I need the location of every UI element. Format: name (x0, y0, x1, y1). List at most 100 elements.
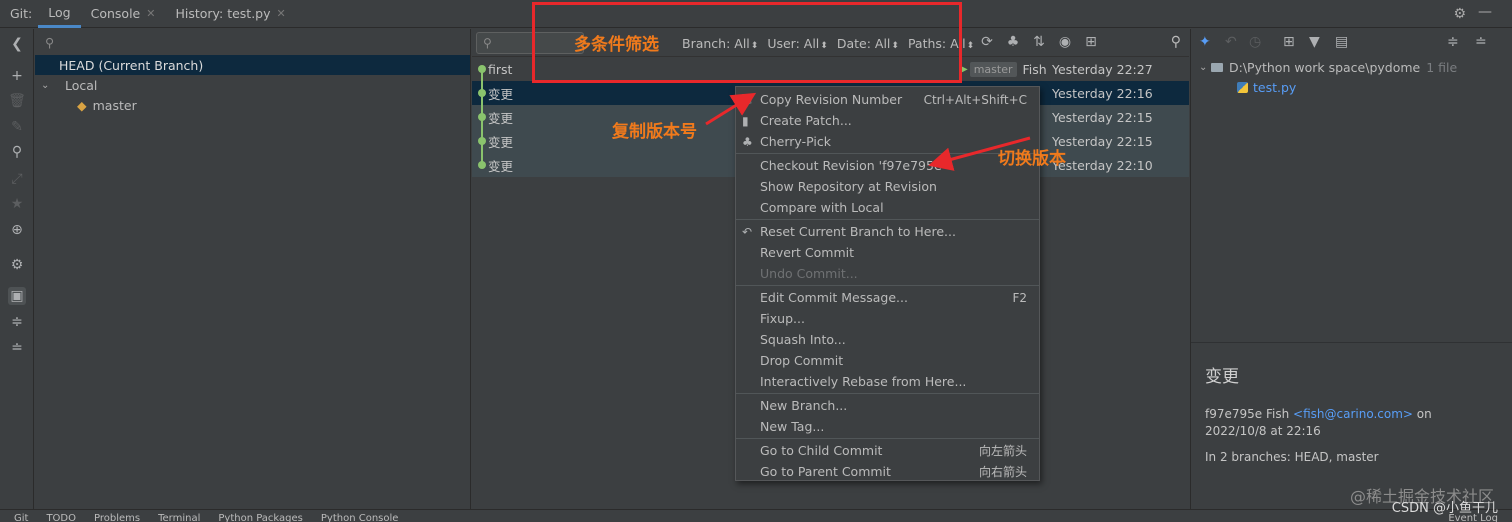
crosshair-icon[interactable]: ⊕ (8, 221, 26, 239)
patch-icon: ▮ (742, 113, 749, 128)
bottom-tab-terminal[interactable]: Terminal (158, 510, 200, 522)
menu-separator (736, 285, 1039, 286)
branches-panel-icon[interactable]: ▣ (8, 287, 26, 305)
commit-message: 变更 (488, 134, 514, 150)
menu-label: New Branch... (760, 398, 848, 413)
menu-item-revert-commit[interactable]: Revert Commit (736, 242, 1039, 263)
close-icon[interactable]: ✕ (277, 7, 286, 20)
chevron-down-icon[interactable]: ⌄ (41, 80, 53, 91)
branch-head[interactable]: HEAD (Current Branch) (35, 55, 470, 75)
menu-label: Undo Commit... (760, 266, 858, 281)
bottom-tab-todo[interactable]: TODO (46, 510, 76, 522)
filter-icon[interactable]: ▼ (1309, 34, 1320, 50)
changed-file[interactable]: test.py (1191, 77, 1512, 97)
menu-label: Show Repository at Revision (760, 179, 937, 194)
menu-label: Compare with Local (760, 200, 884, 215)
filter-annotation: 多条件筛选 (574, 35, 659, 55)
menu-item-show-repository[interactable]: Show Repository at Revision (736, 176, 1039, 197)
menu-item-new-tag[interactable]: New Tag... (736, 416, 1039, 437)
menu-item-go-parent[interactable]: Go to Parent Commit 向右箭头 (736, 461, 1039, 482)
branch-master-label: master (92, 97, 137, 113)
menu-item-go-child[interactable]: Go to Child Commit 向左箭头 (736, 440, 1039, 461)
menu-item-drop-commit[interactable]: Drop Commit (736, 350, 1039, 371)
commit-date: Yesterday 22:15 (1052, 133, 1153, 149)
folder-icon (1211, 62, 1223, 72)
tab-console[interactable]: Console ✕ (81, 0, 166, 28)
update-icon: ✎ (11, 119, 23, 135)
branch-search[interactable]: ⚲ (35, 29, 470, 55)
tab-log[interactable]: Log (38, 0, 81, 28)
graph-node (478, 89, 486, 97)
log-toolbar: ⟳ ♣ ⇅ ◉ ⊞ (974, 34, 1104, 50)
menu-item-rebase[interactable]: Interactively Rebase from Here... (736, 371, 1039, 392)
eye-icon[interactable]: ◉ (1052, 34, 1078, 50)
watermark-csdn: CSDN @小鱼干儿 (1391, 501, 1498, 516)
menu-item-compare-local[interactable]: Compare with Local (736, 197, 1039, 218)
commit-meta: f97e795e Fish <fish@carino.com> on 2022/… (1205, 406, 1505, 440)
branches-panel: ⚲ HEAD (Current Branch) ⌄ Local ◆ master (35, 29, 471, 509)
author-email-link[interactable]: <fish@carino.com> (1293, 407, 1413, 421)
branch-group-local-label: Local (65, 77, 98, 93)
python-file-icon (1237, 81, 1248, 93)
collapse-arrow-icon[interactable]: ❮ (8, 35, 26, 53)
left-toolbar: ❮ + 🗑 ✎ ⚲ ⤢ ★ ⊕ ⚙ ▣ ≑ ≐ (0, 29, 34, 509)
folder-count: 1 file (1426, 59, 1458, 75)
menu-shortcut: F2 (1012, 290, 1027, 305)
bottom-tab-python-console[interactable]: Python Console (321, 510, 399, 522)
group-icon[interactable]: ⊞ (1283, 34, 1295, 50)
menu-label: Revert Commit (760, 245, 855, 260)
expand-all-icon[interactable]: ≑ (8, 313, 26, 331)
gear-icon[interactable]: ⚙ (1453, 6, 1466, 22)
search-icon[interactable]: ⚲ (8, 143, 26, 161)
menu-item-fixup[interactable]: Fixup... (736, 308, 1039, 329)
menu-item-create-patch[interactable]: ▮ Create Patch... (736, 110, 1039, 131)
graph-node (478, 137, 486, 145)
menu-label: Fixup... (760, 311, 805, 326)
cherry-pick-icon[interactable]: ♣ (1000, 34, 1026, 50)
pin-icon[interactable]: ✦ (1199, 34, 1211, 50)
search-icon[interactable]: ⚲ (1171, 34, 1181, 50)
file-name: test.py (1253, 79, 1297, 95)
commit-branches: In 2 branches: HEAD, master (1205, 450, 1379, 464)
menu-label: Squash Into... (760, 332, 846, 347)
expand-all-icon[interactable]: ≑ (1447, 34, 1459, 50)
branch-master[interactable]: ◆ master (35, 95, 470, 115)
reset-icon: ↶ (742, 224, 753, 239)
menu-item-reset-branch[interactable]: ↶ Reset Current Branch to Here... (736, 221, 1039, 242)
copy-icon: ⎘ (742, 92, 752, 106)
menu-item-cherry-pick[interactable]: ♣ Cherry-Pick (736, 131, 1039, 152)
menu-item-edit-message[interactable]: Edit Commit Message... F2 (736, 287, 1039, 308)
collapse-all-icon[interactable]: ≐ (1475, 34, 1487, 50)
tab-history-label: History: test.py (175, 6, 271, 21)
menu-shortcut: 向左箭头 (978, 444, 1027, 458)
close-icon[interactable]: ✕ (146, 7, 155, 20)
add-icon[interactable]: + (8, 67, 26, 85)
menu-item-checkout-revision[interactable]: Checkout Revision 'f97e795e' (736, 155, 1039, 176)
menu-item-new-branch[interactable]: New Branch... (736, 395, 1039, 416)
history-icon: ◷ (1249, 34, 1262, 50)
commit-message: 变更 (488, 158, 514, 174)
menu-label: Cherry-Pick (760, 134, 831, 149)
refresh-icon[interactable]: ⟳ (974, 34, 1000, 50)
sort-icon[interactable]: ⇅ (1026, 34, 1052, 50)
bottom-tab-problems[interactable]: Problems (94, 510, 140, 522)
menu-shortcut: 向右箭头 (978, 465, 1027, 479)
collapse-all-icon[interactable]: ≐ (8, 339, 26, 357)
settings-icon[interactable]: ⚙ (8, 256, 26, 274)
bottom-tab-git[interactable]: Git (14, 510, 28, 522)
changed-folder[interactable]: ⌄ D:\Python work space\pydome 1 file (1191, 57, 1512, 77)
menu-item-copy-revision[interactable]: ⎘ Copy Revision Number Ctrl+Alt+Shift+C (736, 89, 1039, 110)
menu-item-squash[interactable]: Squash Into... (736, 329, 1039, 350)
menu-item-undo-commit: Undo Commit... (736, 263, 1039, 284)
bottom-tab-python-packages[interactable]: Python Packages (218, 510, 303, 522)
switch-annotation: 切换版本 (998, 149, 1066, 169)
tab-history[interactable]: History: test.py ✕ (165, 0, 295, 28)
minimize-icon[interactable]: — (1478, 4, 1492, 20)
layout-icon[interactable]: ▤ (1335, 34, 1348, 50)
graph-node (478, 65, 486, 73)
commit-on-label: on (1416, 407, 1432, 421)
commit-date: Yesterday 22:10 (1052, 157, 1153, 173)
branch-group-local[interactable]: ⌄ Local (35, 75, 470, 95)
new-tab-icon[interactable]: ⊞ (1078, 34, 1104, 50)
chevron-down-icon[interactable]: ⌄ (1199, 62, 1211, 73)
